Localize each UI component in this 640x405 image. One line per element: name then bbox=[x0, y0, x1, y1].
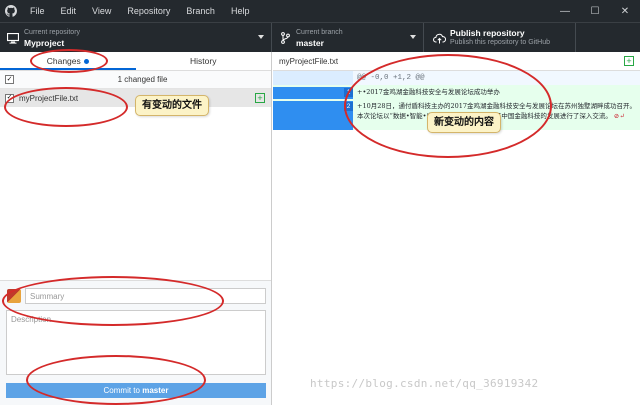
diff-panel: myProjectFile.txt + @@ -0,0 +1,2 @@ 1 +•… bbox=[273, 52, 640, 405]
menu-edit[interactable]: Edit bbox=[53, 0, 85, 22]
changed-files-header: ✓ 1 changed file bbox=[0, 71, 271, 89]
diff-line-text: +•2017金鸡湖金融科技安全与发展论坛成功举办 bbox=[357, 88, 500, 96]
line-number-2: 2 bbox=[344, 102, 353, 111]
github-logo-icon bbox=[0, 0, 22, 22]
chevron-down-icon bbox=[410, 35, 416, 39]
diff-file-name: myProjectFile.txt bbox=[279, 56, 339, 66]
publish-repository-title: Publish repository bbox=[450, 28, 525, 38]
current-repository-caption: Current repository bbox=[24, 29, 81, 36]
publish-repository-subtitle: Publish this repository to GitHub bbox=[450, 39, 550, 46]
menu-bar: File Edit View Repository Branch Help — … bbox=[0, 0, 640, 22]
file-include-checkbox[interactable]: ✓ bbox=[5, 93, 14, 103]
tab-history-label: History bbox=[190, 56, 217, 66]
commit-form: Commit to master bbox=[0, 280, 271, 405]
changed-file-name: myProjectFile.txt bbox=[19, 93, 79, 103]
diff-line-number[interactable]: 2 bbox=[313, 101, 353, 130]
close-button[interactable]: ✕ bbox=[610, 0, 640, 22]
diff-gutter-old bbox=[273, 71, 313, 85]
diff-file-header: myProjectFile.txt + bbox=[273, 52, 640, 71]
diff-gutter-new bbox=[313, 71, 353, 85]
current-repository-selector[interactable]: Current repository Myproject bbox=[0, 23, 272, 53]
callout-changed-files: 有变动的文件 bbox=[135, 95, 209, 116]
changed-files-count: 1 changed file bbox=[117, 75, 168, 84]
current-branch-caption: Current branch bbox=[296, 29, 343, 36]
menu-repository[interactable]: Repository bbox=[119, 0, 178, 22]
commit-button[interactable]: Commit to master bbox=[6, 383, 266, 398]
diff-added-line[interactable]: 1 +•2017金鸡湖金融科技安全与发展论坛成功举办 bbox=[273, 85, 640, 99]
current-repository-name: Myproject bbox=[24, 38, 65, 48]
maximize-button[interactable]: ☐ bbox=[580, 0, 610, 22]
current-branch-name: master bbox=[296, 38, 324, 48]
summary-input[interactable] bbox=[25, 288, 266, 304]
minimize-button[interactable]: — bbox=[550, 0, 580, 22]
tab-history[interactable]: History bbox=[136, 52, 272, 70]
window-controls: — ☐ ✕ bbox=[550, 0, 640, 22]
tab-changes[interactable]: Changes bbox=[0, 52, 136, 70]
commit-button-branch: master bbox=[142, 386, 169, 395]
file-added-icon: + bbox=[624, 56, 634, 66]
menu-branch[interactable]: Branch bbox=[178, 0, 223, 22]
publish-repository-button[interactable]: Publish repository Publish this reposito… bbox=[424, 23, 576, 53]
callout-changed-content: 新变动的内容 bbox=[427, 112, 501, 133]
menu-view[interactable]: View bbox=[84, 0, 119, 22]
diff-line-selector[interactable] bbox=[273, 87, 313, 99]
toolbar: Current repository Myproject Current bra… bbox=[0, 22, 640, 53]
menu-file[interactable]: File bbox=[22, 0, 53, 22]
branch-icon bbox=[278, 31, 292, 45]
changes-indicator-dot-icon bbox=[83, 59, 89, 65]
description-field[interactable] bbox=[6, 310, 266, 375]
menu-help[interactable]: Help bbox=[223, 0, 258, 22]
sidebar-tabs: Changes History bbox=[0, 52, 271, 71]
diff-line-number[interactable]: 1 bbox=[313, 87, 353, 99]
diff-line-selector[interactable] bbox=[273, 101, 313, 130]
avatar bbox=[7, 289, 21, 303]
hunk-header-text: @@ -0,0 +1,2 @@ bbox=[357, 74, 425, 82]
chevron-down-icon bbox=[258, 35, 264, 39]
commit-button-prefix: Commit to bbox=[103, 386, 143, 395]
cloud-upload-icon bbox=[432, 31, 446, 45]
no-newline-icon: ⊘↵ bbox=[613, 112, 625, 120]
current-branch-selector[interactable]: Current branch master bbox=[272, 23, 424, 53]
line-number-1: 1 bbox=[344, 88, 353, 97]
computer-icon bbox=[6, 31, 20, 45]
github-desktop-window: File Edit View Repository Branch Help — … bbox=[0, 0, 640, 405]
diff-hunk-header: @@ -0,0 +1,2 @@ bbox=[273, 71, 640, 85]
watermark: https://blog.csdn.net/qq_36919342 bbox=[310, 377, 539, 390]
tab-changes-label: Changes bbox=[46, 56, 81, 66]
select-all-checkbox[interactable]: ✓ bbox=[5, 75, 14, 84]
file-added-icon: + bbox=[255, 93, 265, 103]
